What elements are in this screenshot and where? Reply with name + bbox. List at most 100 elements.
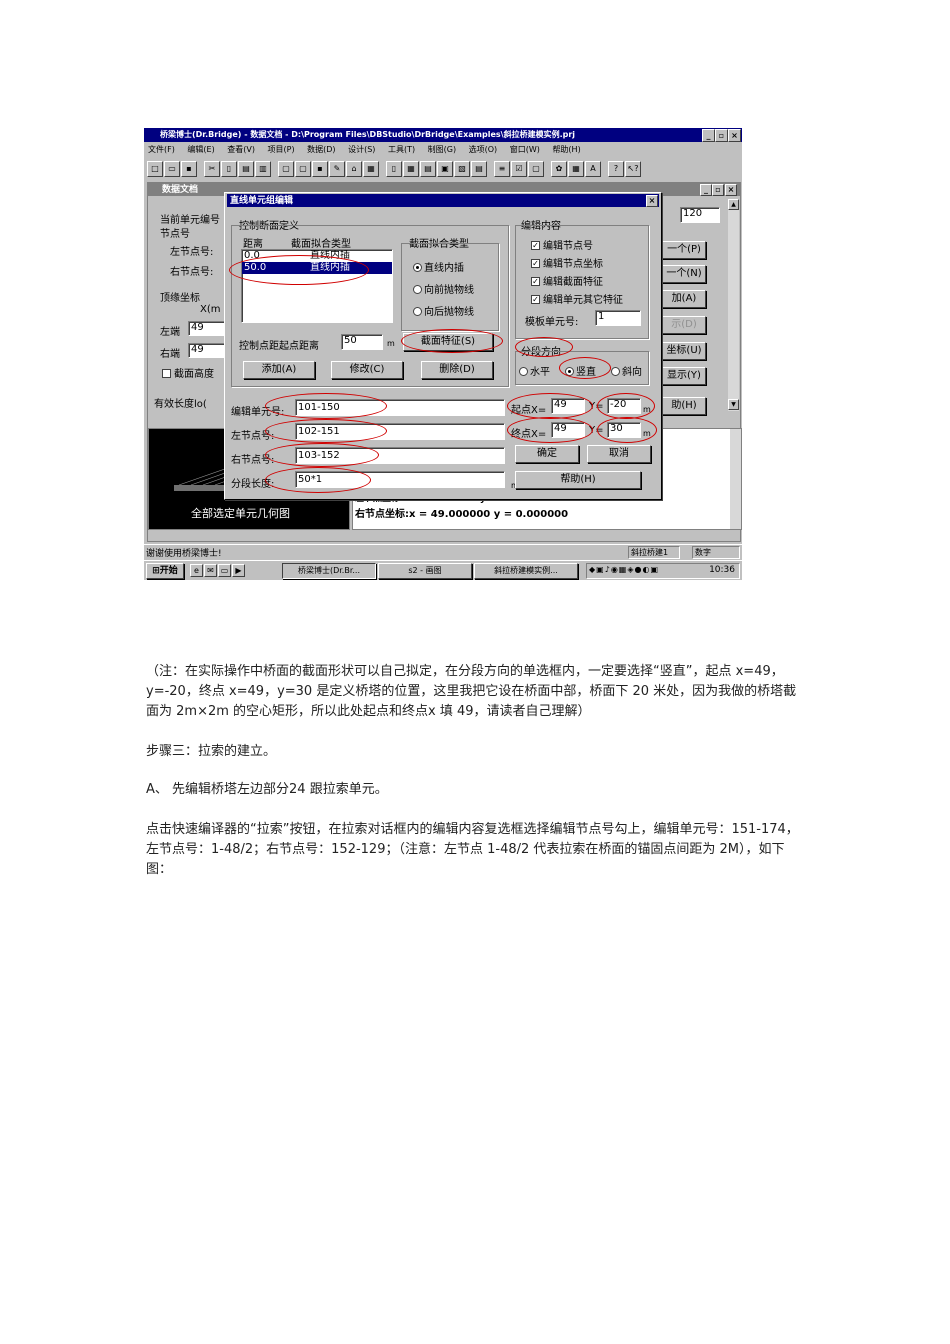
radio-oblique[interactable] bbox=[611, 366, 620, 376]
cut-icon[interactable]: ✂ bbox=[204, 161, 220, 177]
output-scrollbar[interactable] bbox=[730, 429, 741, 529]
copy-icon[interactable]: ▯ bbox=[221, 161, 237, 177]
edit-node-coord-checkbox[interactable]: ✓ bbox=[531, 258, 540, 268]
doc-minimize-button[interactable]: _ bbox=[700, 184, 712, 196]
prev-button[interactable]: 一个(P) bbox=[662, 241, 706, 259]
menu-drawing[interactable]: 制图(G) bbox=[428, 145, 456, 154]
maximize-button[interactable]: ▫ bbox=[715, 129, 728, 142]
list-icon[interactable]: ≡ bbox=[494, 161, 510, 177]
menu-file[interactable]: 文件(F) bbox=[148, 145, 175, 154]
close-button[interactable]: × bbox=[728, 129, 741, 142]
task-cable-bridge[interactable]: 斜拉桥建模实例... bbox=[474, 563, 578, 579]
minimize-button[interactable]: _ bbox=[702, 129, 715, 142]
help-button-bg[interactable]: 助(H) bbox=[662, 397, 706, 415]
check-icon[interactable]: ☑ bbox=[511, 161, 527, 177]
sheet-icon[interactable]: ▤ bbox=[471, 161, 487, 177]
open-file-icon[interactable]: ▭ bbox=[164, 161, 180, 177]
menu-data[interactable]: 数据(D) bbox=[307, 145, 335, 154]
fit-option-linear[interactable]: 直线内插 bbox=[413, 259, 464, 274]
save-icon[interactable]: ▪ bbox=[181, 161, 197, 177]
ok-button[interactable]: 确定 bbox=[515, 445, 579, 463]
gear-icon[interactable]: ✿ bbox=[551, 161, 567, 177]
menu-edit[interactable]: 编辑(E) bbox=[187, 145, 214, 154]
edit-node-number-checkbox[interactable]: ✓ bbox=[531, 240, 540, 250]
chart-icon[interactable]: ▦ bbox=[363, 161, 379, 177]
fit-option-backward-parabola[interactable]: 向后抛物线 bbox=[413, 303, 474, 318]
dir-option-oblique[interactable]: 斜向 bbox=[611, 363, 642, 378]
pen-icon[interactable]: ✎ bbox=[329, 161, 345, 177]
desktop-icon[interactable]: ▭ bbox=[218, 564, 231, 577]
task-paint[interactable]: s2 - 画图 bbox=[378, 563, 472, 579]
task-bridge-doctor[interactable]: 桥梁博士(Dr.Br... bbox=[282, 563, 376, 579]
outlook-icon[interactable]: ✉ bbox=[204, 564, 217, 577]
doc2-icon[interactable]: ▢ bbox=[295, 161, 311, 177]
print-icon[interactable]: ▥ bbox=[255, 161, 271, 177]
bridge-icon[interactable]: ⌂ bbox=[346, 161, 362, 177]
edit-node-coord-option[interactable]: ✓ 编辑节点坐标 bbox=[531, 255, 603, 270]
menu-help[interactable]: 帮助(H) bbox=[552, 145, 580, 154]
right-end-input[interactable]: 49 bbox=[188, 343, 226, 358]
next-button[interactable]: 一个(N) bbox=[662, 265, 706, 283]
start-button[interactable]: ⊞开始 bbox=[146, 563, 184, 579]
window-icon[interactable]: ▢ bbox=[528, 161, 544, 177]
modify-button[interactable]: 修改(C) bbox=[331, 361, 403, 379]
table-icon[interactable]: ▤ bbox=[420, 161, 436, 177]
calc-icon[interactable]: ▣ bbox=[437, 161, 453, 177]
left-end-input[interactable]: 49 bbox=[188, 321, 226, 336]
font-icon[interactable]: A bbox=[585, 161, 601, 177]
edit-other-feature-checkbox[interactable]: ✓ bbox=[531, 294, 540, 304]
new-file-icon[interactable]: □ bbox=[147, 161, 163, 177]
show-button[interactable]: 显示(Y) bbox=[662, 367, 706, 385]
radio-backward[interactable] bbox=[413, 306, 422, 316]
template-input[interactable]: 1 bbox=[595, 310, 641, 326]
scroll-up-icon[interactable]: ▲ bbox=[728, 199, 739, 210]
tray-icons[interactable]: ◆▣♪◉▦◈●◐▣ bbox=[589, 565, 659, 574]
doc-close-button[interactable]: × bbox=[725, 184, 737, 196]
ctrl-point-input[interactable]: 50 bbox=[341, 334, 383, 350]
scroll-down-icon[interactable]: ▼ bbox=[728, 399, 739, 410]
doc-icon[interactable]: ▢ bbox=[278, 161, 294, 177]
cancel-button[interactable]: 取消 bbox=[587, 445, 651, 463]
menu-project[interactable]: 项目(P) bbox=[268, 145, 295, 154]
paste-icon[interactable]: ▤ bbox=[238, 161, 254, 177]
app-title: 桥梁博士(Dr.Bridge) - 数据文档 - D:\Program File… bbox=[160, 130, 576, 139]
ie-icon[interactable]: e bbox=[190, 564, 203, 577]
stepA-text: A、 先编辑桥塔左边部分24 跟拉索单元。 bbox=[146, 782, 388, 797]
add-button[interactable]: 添加(A) bbox=[243, 361, 315, 379]
help-button[interactable]: 帮助(H) bbox=[515, 471, 641, 489]
fit-option-forward-parabola[interactable]: 向前抛物线 bbox=[413, 281, 474, 296]
help-icon[interactable]: ? bbox=[608, 161, 624, 177]
radio-linear[interactable] bbox=[413, 262, 422, 272]
doc-scrollbar[interactable]: ▲ ▼ bbox=[728, 199, 739, 411]
edit-section-feature-option[interactable]: ✓ 编辑截面特征 bbox=[531, 273, 603, 288]
doc-maximize-button[interactable]: ▫ bbox=[712, 184, 724, 196]
menu-tools[interactable]: 工具(T) bbox=[388, 145, 415, 154]
tile-icon[interactable]: ▦ bbox=[568, 161, 584, 177]
frame-icon[interactable]: ▯ bbox=[386, 161, 402, 177]
media-icon[interactable]: ▶ bbox=[232, 564, 245, 577]
menu-window[interactable]: 窗口(W) bbox=[510, 145, 540, 154]
delete-button[interactable]: 删除(D) bbox=[421, 361, 493, 379]
dialog-close-button[interactable]: × bbox=[646, 195, 658, 207]
disabled-button[interactable]: 示(D) bbox=[662, 316, 706, 334]
radio-forward[interactable] bbox=[413, 284, 422, 294]
menu-design[interactable]: 设计(S) bbox=[348, 145, 375, 154]
context-help-icon[interactable]: ↖? bbox=[625, 161, 641, 177]
disk-icon[interactable]: ▪ bbox=[312, 161, 328, 177]
field-120[interactable]: 120 bbox=[680, 207, 720, 223]
radio-horizontal[interactable] bbox=[519, 366, 528, 376]
annotation-oval-left-node bbox=[265, 419, 387, 443]
add-button-bg[interactable]: 加(A) bbox=[662, 290, 706, 308]
right-node-coord-line: 右节点坐标:x = 49.000000 y = 0.000000 bbox=[355, 509, 569, 520]
menu-options[interactable]: 选项(O) bbox=[469, 145, 498, 154]
edit-node-number-option[interactable]: ✓ 编辑节点号 bbox=[531, 237, 593, 252]
model-icon[interactable]: ▧ bbox=[454, 161, 470, 177]
edit-section-feature-checkbox[interactable]: ✓ bbox=[531, 276, 540, 286]
menu-view[interactable]: 查看(V) bbox=[227, 145, 255, 154]
coord-button[interactable]: 坐标(U) bbox=[662, 342, 706, 360]
dir-option-horizontal[interactable]: 水平 bbox=[519, 363, 550, 378]
grid-icon[interactable]: ▦ bbox=[403, 161, 419, 177]
section-height-checkbox[interactable] bbox=[162, 368, 171, 378]
annotation-oval-end-point bbox=[507, 417, 593, 443]
edit-other-feature-option[interactable]: ✓ 编辑单元其它特征 bbox=[531, 291, 623, 306]
